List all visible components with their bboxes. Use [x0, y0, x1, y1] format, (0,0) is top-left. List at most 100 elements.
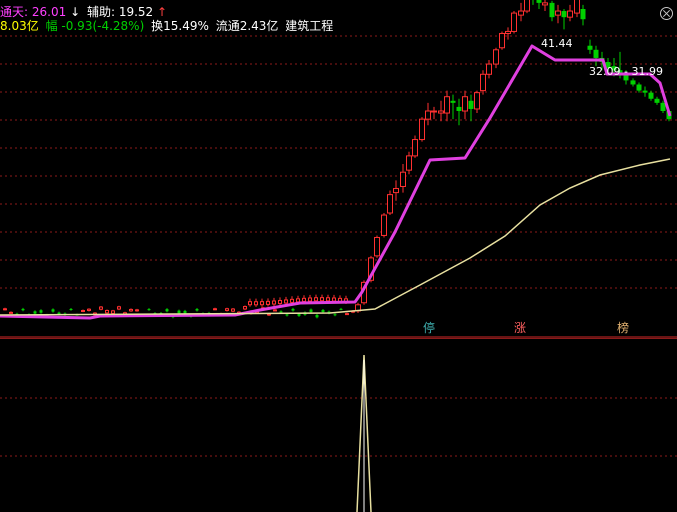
candle-body	[524, 0, 530, 12]
candle-body	[654, 98, 660, 103]
candle-body	[630, 80, 636, 85]
tongtian-line	[0, 44, 672, 320]
candle-body	[321, 310, 325, 313]
candle-body	[555, 10, 561, 16]
candle-body	[444, 96, 450, 114]
candle-body	[177, 310, 181, 314]
candle-body	[406, 155, 412, 171]
candle-body	[266, 300, 270, 305]
candle-body	[99, 306, 103, 310]
amount-value: 8.03亿	[0, 19, 39, 33]
candle-body	[135, 309, 139, 312]
candle-body	[642, 90, 648, 93]
candle-body	[493, 49, 499, 65]
tongtian-value: 26.01	[31, 5, 67, 19]
candle-body	[272, 300, 276, 305]
candle-body	[567, 10, 573, 18]
float-shares-value: 流通2.43亿	[215, 19, 279, 33]
bang-marker[interactable]: 榜	[616, 321, 630, 335]
candle-body	[580, 9, 586, 20]
candle-body	[302, 297, 306, 302]
candle-body	[165, 309, 169, 312]
candle-body	[542, 2, 548, 6]
candle-body	[111, 310, 115, 314]
tongtian-label: 通天:	[0, 5, 29, 19]
candle-body	[267, 313, 271, 316]
candle-body	[213, 308, 217, 311]
candle-body	[468, 100, 474, 109]
candle-body	[308, 297, 312, 302]
candle-body	[39, 310, 43, 313]
candle-body	[438, 110, 444, 114]
candle-body	[87, 308, 91, 311]
candle-body	[243, 306, 247, 310]
candle-body	[511, 12, 517, 32]
stock-info-line: 8.03亿 幅 -0.93(-4.28%) 换15.49% 流通2.43亿 建筑…	[0, 19, 333, 33]
candle-body	[291, 308, 295, 311]
candle-body	[260, 301, 264, 306]
candle-body	[51, 309, 55, 312]
candle-body	[486, 63, 492, 75]
candle-body	[33, 311, 37, 314]
sector-name: 建筑工程	[285, 19, 334, 33]
candle-body	[431, 110, 437, 113]
close-icon[interactable]	[660, 7, 673, 20]
candle-body	[309, 309, 313, 312]
candle-body	[21, 308, 25, 311]
candle-body	[284, 299, 288, 304]
candle-body	[315, 314, 319, 318]
candle-body	[183, 310, 187, 314]
change-value: -0.93(-4.28%)	[61, 19, 145, 33]
candle-body	[332, 297, 336, 302]
candle-body	[195, 309, 199, 311]
candle-body	[387, 194, 393, 214]
candle-body	[278, 299, 282, 305]
kline-chart[interactable]	[0, 0, 677, 512]
candle-body	[518, 10, 524, 16]
candle-body	[320, 297, 324, 302]
candle-body	[290, 298, 294, 303]
candle-body	[273, 309, 277, 312]
candle-body	[254, 301, 258, 306]
change-label: 幅	[45, 19, 58, 33]
candle-body	[297, 313, 301, 316]
candle-body	[425, 110, 431, 120]
candle-body	[3, 308, 7, 311]
ma-line	[0, 158, 671, 316]
candle-body	[105, 309, 109, 314]
candle-body	[660, 102, 666, 111]
candle-body	[587, 45, 593, 50]
candle-body	[593, 49, 599, 58]
candle-body	[462, 96, 468, 112]
candle-body	[393, 188, 399, 194]
candle-body	[419, 118, 425, 141]
down-arrow-icon: ↓	[70, 5, 81, 19]
up-arrow-icon: ↑	[157, 5, 168, 19]
candle-body	[505, 30, 511, 34]
candle-body	[450, 100, 456, 103]
high-price-label: 41.44	[541, 37, 573, 50]
indicator-header-line1: 通天: 26.01 ↓ 辅助: 19.52 ↑	[0, 5, 167, 19]
turnover-value: 换15.49%	[151, 19, 209, 33]
candle-body	[231, 308, 235, 312]
candle-body	[412, 139, 418, 157]
candle-body	[248, 301, 252, 306]
candle-body	[326, 297, 330, 302]
candle-body	[549, 2, 555, 18]
aux-label: 辅助:	[86, 5, 115, 19]
candle-body	[536, 0, 542, 3]
candle-body	[147, 309, 151, 311]
candle-body	[333, 314, 337, 316]
zhang-marker[interactable]: 涨	[513, 321, 527, 335]
candle-body	[314, 297, 318, 302]
candle-body	[381, 214, 387, 236]
candle-body	[129, 308, 133, 312]
candle-body	[456, 106, 462, 111]
candle-body	[374, 236, 380, 257]
ting-marker[interactable]: 停	[422, 321, 436, 335]
candle-body	[81, 310, 85, 313]
candle-body	[574, 0, 580, 14]
candle-body	[648, 92, 654, 99]
candle-body	[400, 171, 406, 187]
candle-body	[117, 306, 121, 310]
